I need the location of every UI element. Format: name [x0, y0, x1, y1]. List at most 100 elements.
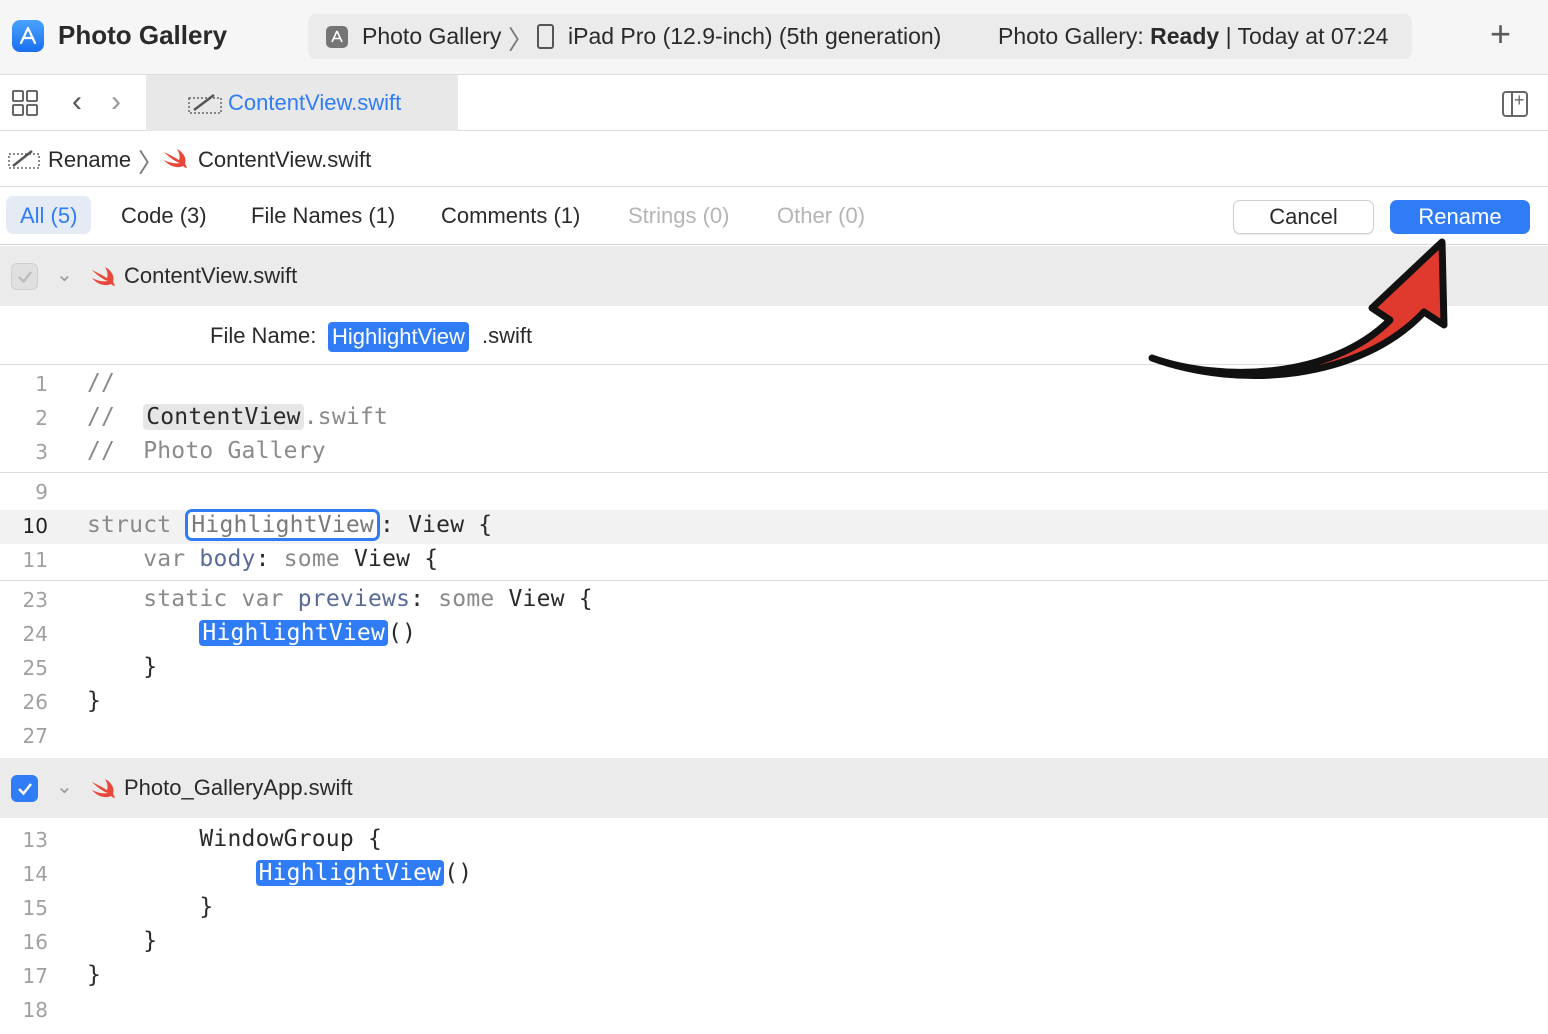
- activity-view[interactable]: Photo Gallery 〉 iPad Pro (12.9-inch) (5t…: [308, 14, 1412, 59]
- run-destination-selector[interactable]: iPad Pro (12.9-inch) (5th generation): [568, 23, 941, 50]
- code-line: 23 static var previews: some View {: [0, 584, 1548, 618]
- file-group-name: ContentView.swift: [124, 263, 298, 288]
- tab-contentview[interactable]: ContentView.swift: [146, 75, 458, 131]
- keyword: var: [143, 546, 200, 572]
- code-text: HighlightView(): [87, 860, 472, 886]
- code-text: }: [87, 654, 158, 680]
- code-text: static var previews: some View {: [87, 586, 593, 612]
- line-number: 23: [22, 588, 48, 612]
- filter-comments[interactable]: Comments (1): [427, 196, 594, 234]
- filter-code[interactable]: Code (3): [107, 196, 221, 234]
- navigate-forward-icon[interactable]: ›: [111, 85, 121, 119]
- property-name: previews: [297, 586, 411, 612]
- rename-button[interactable]: Rename: [1390, 200, 1530, 234]
- keyword: struct: [87, 512, 186, 538]
- chevron-down-icon[interactable]: ⌄: [56, 262, 73, 287]
- scheme-selector[interactable]: Photo Gallery: [362, 23, 501, 50]
- breadcrumb-file[interactable]: ContentView.swift: [198, 147, 371, 173]
- refactor-rename-icon: [188, 94, 222, 114]
- code-text: struct HighlightView: View {: [87, 509, 493, 541]
- comment-suffix: .swift: [303, 404, 389, 430]
- swift-file-icon: [164, 149, 187, 168]
- filter-strings: Strings (0): [628, 203, 730, 228]
- code-line: 15 }: [0, 892, 1548, 926]
- code-line: 14 HighlightView(): [0, 858, 1548, 892]
- line-number: 16: [22, 930, 48, 954]
- code-line: 11 var body: some View {: [0, 544, 1548, 578]
- code-text: // Photo Gallery: [87, 438, 326, 464]
- line-number: 1: [35, 372, 48, 396]
- code-text: }: [87, 928, 158, 954]
- punctuation: :: [410, 586, 439, 612]
- tab-label: ContentView.swift: [228, 90, 402, 115]
- project-title: Photo Gallery: [58, 20, 228, 50]
- cancel-button[interactable]: Cancel: [1233, 200, 1374, 234]
- new-file-name-field[interactable]: HighlightView: [328, 322, 469, 352]
- chevron-right-icon: 〉: [138, 148, 165, 178]
- swift-file-icon: [92, 267, 115, 286]
- divider: [0, 580, 1548, 581]
- code-text: }: [87, 962, 102, 988]
- filter-all[interactable]: All (5): [6, 196, 92, 234]
- filter-other: Other (0): [777, 203, 866, 228]
- window-toolbar: Photo Gallery Photo Gallery 〉 iPad Pro (…: [0, 0, 1548, 75]
- chevron-right-icon: 〉: [508, 25, 535, 55]
- code-text: var body: some View {: [87, 546, 438, 572]
- line-number: 25: [22, 656, 48, 680]
- breadcrumb-rename[interactable]: Rename: [48, 147, 131, 173]
- line-number: 17: [22, 964, 48, 988]
- code-line: 27: [0, 720, 1548, 754]
- filter-file-names[interactable]: File Names (1): [237, 196, 409, 234]
- rename-occurrence[interactable]: HighlightView: [255, 860, 445, 886]
- code-line: 2 // ContentView .swift: [0, 402, 1548, 436]
- rename-edit-field[interactable]: HighlightView: [185, 509, 380, 541]
- navigate-back-icon[interactable]: ‹: [72, 85, 82, 119]
- status-prefix: Photo Gallery:: [998, 23, 1144, 49]
- line-number: 14: [22, 862, 48, 886]
- line-number: 15: [22, 896, 48, 920]
- plus-icon[interactable]: +: [1490, 16, 1511, 52]
- code-rest: (): [388, 620, 417, 646]
- divider: [0, 472, 1548, 473]
- code-line: 25 }: [0, 652, 1548, 686]
- editor-tab-bar: ‹ › ContentView.swift: [0, 75, 1548, 131]
- code-rest: : View {: [379, 512, 493, 538]
- code-rest: (): [444, 860, 473, 886]
- comment-prefix: //: [87, 404, 144, 430]
- code-line: 17 }: [0, 960, 1548, 994]
- line-number: 13: [22, 828, 48, 852]
- code-text: }: [87, 894, 214, 920]
- line-number: 24: [22, 622, 48, 646]
- line-number: 3: [35, 440, 48, 464]
- line-number: 11: [22, 548, 48, 572]
- chevron-down-icon[interactable]: ⌄: [56, 774, 73, 799]
- code-line: 18: [0, 994, 1548, 1028]
- related-items-grid-icon[interactable]: [11, 89, 39, 117]
- code-line: 16 }: [0, 926, 1548, 960]
- code-text: WindowGroup {: [87, 826, 382, 852]
- keyword: some: [438, 586, 509, 612]
- code-line: 24 HighlightView(): [0, 618, 1548, 652]
- rename-occurrence[interactable]: ContentView: [143, 404, 304, 430]
- rename-occurrence[interactable]: HighlightView: [199, 620, 389, 646]
- line-number: 18: [22, 998, 48, 1022]
- code-text: // ContentView .swift: [87, 404, 388, 430]
- file-include-checkbox[interactable]: [11, 263, 38, 290]
- punctuation: :: [255, 546, 284, 572]
- ipad-icon: [537, 24, 554, 49]
- code-line: 9: [0, 476, 1548, 510]
- code-text: HighlightView(): [87, 620, 416, 646]
- refactor-rename-icon: [8, 150, 40, 169]
- code-line: 26 }: [0, 686, 1548, 720]
- code-text: //: [87, 370, 116, 396]
- status-state: Ready: [1150, 23, 1220, 49]
- add-editor-split-icon[interactable]: [1502, 90, 1528, 117]
- code-line: 3 // Photo Gallery: [0, 436, 1548, 470]
- code-line-current: 10 struct HighlightView: View {: [0, 509, 1548, 544]
- file-group-name: Photo_GalleryApp.swift: [124, 775, 353, 800]
- file-include-checkbox[interactable]: [11, 775, 38, 802]
- line-number: 26: [22, 690, 48, 714]
